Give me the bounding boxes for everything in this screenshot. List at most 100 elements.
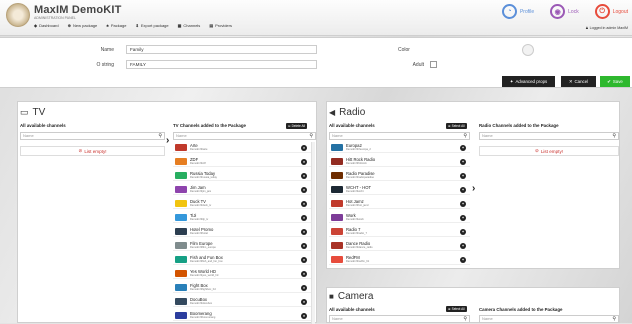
ostring-input[interactable]: FAMILY — [126, 60, 317, 69]
radio-available-search-placeholder: Name — [332, 133, 343, 138]
radio-added-search[interactable]: Name ⚲ — [479, 132, 619, 140]
channel-id: Demokit 6lredfm_hit — [346, 259, 370, 263]
advanced-props-label: Advanced props — [515, 79, 548, 84]
channel-row: Duck TV Demokit 6lduck_tv × — [173, 198, 311, 209]
radio-icon: ◀ — [329, 108, 336, 117]
add-channel-icon[interactable]: + — [460, 228, 466, 235]
channel-logo — [175, 228, 187, 235]
channel-logo — [331, 256, 343, 263]
user-actions: ◔ Profile ◉ Lock ⏻ Logout — [501, 4, 628, 19]
advanced-props-button[interactable]: ✦ Advanced props — [502, 76, 555, 87]
package-form: Name Family O string FAMILY Color Adult … — [0, 37, 632, 88]
channel-id: Demokit 6lradio_7 — [346, 231, 367, 235]
add-channel-icon[interactable]: + — [460, 242, 466, 249]
name-input[interactable]: Family — [126, 45, 317, 54]
remove-channel-icon[interactable]: × — [301, 158, 307, 165]
profile-button[interactable]: ◔ Profile — [501, 4, 535, 19]
app-logo — [6, 3, 30, 27]
cancel-label: Cancel — [574, 79, 589, 84]
profile-label: Profile — [519, 8, 535, 15]
add-channel-icon[interactable]: + — [460, 214, 466, 221]
nav-item-package[interactable]: ♣ Package — [106, 23, 126, 28]
tv-list-scrollbar[interactable] — [311, 142, 315, 324]
channel-row: DocuBox Demokit 6ldocubox × — [173, 296, 311, 307]
radio-available-search[interactable]: Name ⚲ — [329, 132, 470, 140]
search-icon: ⚲ — [158, 133, 162, 139]
channel-row: Film Europe Demokit 6lfilm_europe × — [173, 240, 311, 251]
channel-id: Demokit 6lrfeuropa_2 — [346, 147, 371, 151]
nav-item-export-package[interactable]: ⬇ Export package — [135, 23, 168, 28]
tv-available-search-placeholder: Name — [23, 133, 34, 138]
plus-icon: ⊕ — [67, 23, 72, 28]
camera-title: Camera — [337, 291, 374, 302]
app-header: MaxIM DemoKIT ADMINISTRATION PANEL ◆ Dash… — [0, 0, 632, 36]
adult-checkbox[interactable] — [430, 61, 437, 68]
cancel-button[interactable]: ✕ Cancel — [561, 76, 596, 87]
tv-delete-all-button[interactable]: ⊖ Delete All — [286, 123, 308, 129]
check-icon: ✔ — [607, 78, 611, 84]
nav-item-providers[interactable]: ▤ Providers — [209, 23, 232, 28]
remove-channel-icon[interactable]: × — [301, 214, 307, 221]
radio-available-list: Europa2 Demokit 6lrfeuropa_2 + Hitt Rock Ra… — [329, 142, 470, 268]
lock-label: Lock — [568, 8, 579, 15]
channel-row: Fight Box Demokit 6lfightbox_hd × — [173, 282, 311, 293]
remove-channel-icon[interactable]: × — [301, 284, 307, 291]
logout-button[interactable]: ⏻ Logout — [594, 4, 628, 19]
name-label: Name — [100, 47, 114, 53]
remove-channel-icon[interactable]: × — [301, 270, 307, 277]
logout-label: Logout — [612, 8, 628, 15]
channel-row: Radio Paradise Demokit 6lradioparadise + — [329, 170, 470, 181]
channel-logo — [175, 158, 187, 165]
dashboard-icon: ◆ — [34, 23, 38, 28]
tv-available-search[interactable]: Name ⚲ — [20, 132, 165, 140]
nav-item-channels[interactable]: ▦ Channels — [178, 23, 201, 28]
add-channel-icon[interactable]: + — [460, 172, 466, 179]
tv-icon: ▭ — [20, 107, 29, 117]
camera-added-search-placeholder: Name — [482, 316, 493, 321]
camera-available-search[interactable]: Name ⚲ — [329, 315, 470, 323]
remove-channel-icon[interactable]: × — [301, 144, 307, 151]
tv-section-title: ▭ TV — [20, 107, 45, 118]
tv-delete-all-label: Delete All — [291, 124, 306, 128]
search-icon: ⚲ — [309, 133, 313, 139]
channel-logo — [175, 200, 187, 207]
add-channel-icon[interactable]: + — [460, 144, 466, 151]
remove-channel-icon[interactable]: × — [301, 242, 307, 249]
remove-channel-icon[interactable]: × — [301, 186, 307, 193]
search-icon: ⚲ — [612, 316, 616, 322]
camera-added-search[interactable]: Name ⚲ — [479, 315, 619, 323]
nav-item-new-package[interactable]: ⊕ New package — [68, 23, 98, 28]
camera-select-all-button[interactable]: ⊕ Select All — [446, 306, 467, 312]
tv-available-header: All available channels — [20, 123, 66, 128]
channel-logo — [331, 158, 343, 165]
remove-channel-icon[interactable]: × — [301, 298, 307, 305]
add-channel-icon[interactable]: + — [460, 200, 466, 207]
channel-row: Boomerang Demokit 6lboomerang × — [173, 310, 311, 321]
tv-added-header: TV Channels added to the Package — [173, 123, 246, 128]
channel-row: RedFM Demokit 6lredfm_hit + — [329, 254, 470, 265]
app-title: MaxIM DemoKIT — [34, 4, 122, 16]
add-channel-icon[interactable]: + — [460, 158, 466, 165]
logged-in-text: Logged in admin MaxIM — [589, 26, 628, 30]
app-subtitle: ADMINISTRATION PANEL — [34, 16, 76, 20]
tv-added-search-placeholder: Name — [176, 133, 187, 138]
nav-item-dashboard[interactable]: ◆ Dashboard — [34, 23, 59, 28]
channel-logo — [331, 214, 343, 221]
save-button[interactable]: ✔ Save — [600, 76, 630, 87]
channel-logo — [331, 242, 343, 249]
nav-item-label: Export package — [140, 23, 169, 28]
remove-channel-icon[interactable]: × — [301, 228, 307, 235]
tv-added-search[interactable]: Name ⚲ — [173, 132, 316, 140]
channel-row: Yes World HD Demokit 6lyes_world_hd × — [173, 268, 311, 279]
tv-added-list: Arte Demokit 6ltarte × ZDF Demokit 6lzdf × Rus… — [173, 142, 311, 324]
remove-channel-icon[interactable]: × — [301, 172, 307, 179]
remove-channel-icon[interactable]: × — [301, 312, 307, 319]
lock-button[interactable]: ◉ Lock — [550, 4, 579, 19]
channel-row: Russia Today Demokit 6lrussia_today × — [173, 170, 311, 181]
remove-channel-icon[interactable]: × — [301, 256, 307, 263]
radio-select-all-button[interactable]: ⊕ Select All — [446, 123, 467, 129]
color-picker[interactable] — [522, 44, 534, 56]
add-channel-icon[interactable]: + — [460, 186, 466, 193]
remove-channel-icon[interactable]: × — [301, 200, 307, 207]
add-channel-icon[interactable]: + — [460, 256, 466, 263]
